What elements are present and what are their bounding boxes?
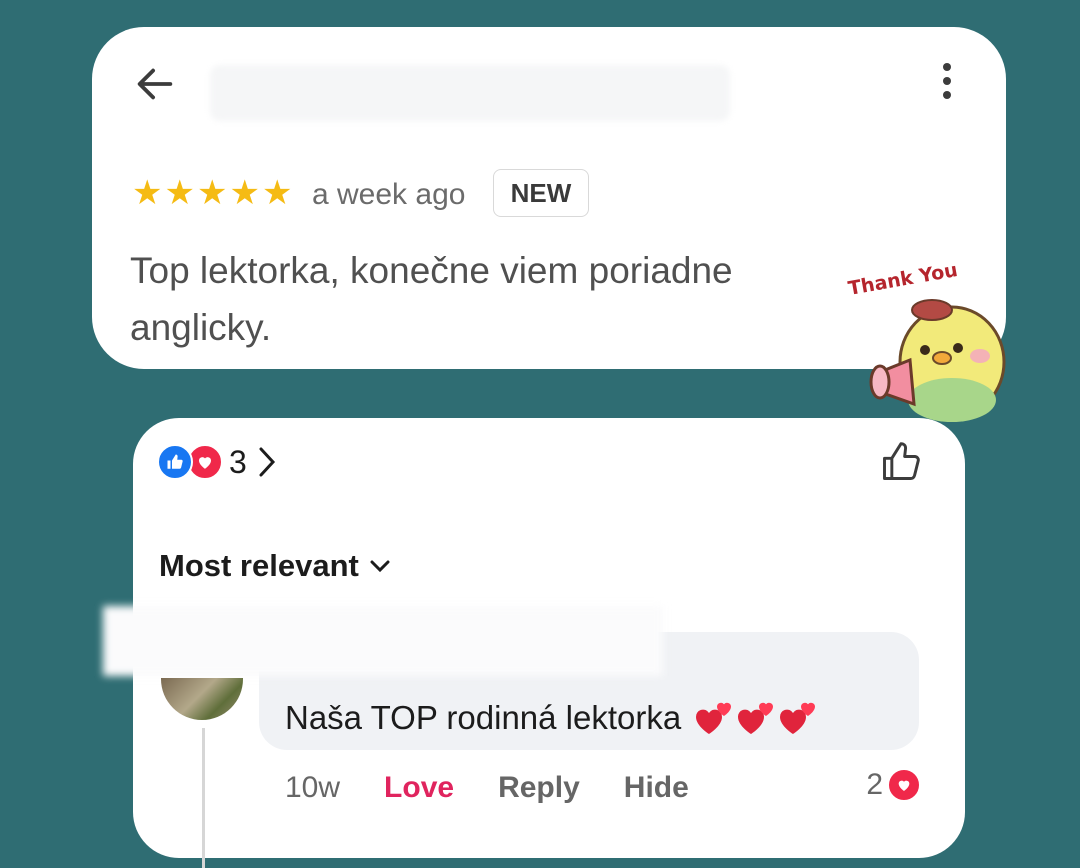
like-reaction-icon: [157, 444, 193, 480]
redacted-reviewer-name: [210, 65, 730, 121]
more-vertical-icon[interactable]: [940, 63, 954, 107]
reactions-summary[interactable]: 3: [157, 442, 279, 482]
sticker-text: Thank You: [847, 259, 960, 300]
chevron-right-icon: [259, 447, 275, 477]
comment-text-content: Naša TOP rodinná lektorka: [285, 699, 682, 736]
reply-button[interactable]: Reply: [498, 771, 580, 805]
star-icon: ★: [132, 174, 163, 212]
thumbs-up-icon[interactable]: [879, 440, 923, 484]
reaction-count: 3: [229, 443, 247, 480]
redacted-commenter-name: [103, 606, 663, 676]
comment-time: 10w: [285, 771, 341, 804]
hearts-emoji-group: [693, 698, 819, 738]
arrow-left-icon[interactable]: [132, 61, 178, 107]
sort-label: Most relevant: [159, 548, 359, 583]
two-hearts-icon: [780, 702, 816, 734]
star-icon: ★: [261, 174, 293, 212]
chevron-down-icon: [370, 560, 390, 573]
star-icon: ★: [164, 174, 195, 212]
love-count: 2: [866, 768, 883, 801]
two-hearts-icon: [696, 702, 732, 734]
avatar[interactable]: [161, 678, 243, 720]
love-reaction-icon: [887, 768, 921, 802]
comments-card: 3 Most relevant Naša TOP rodinná lektork…: [103, 418, 965, 868]
thank-you-sticker: Thank You: [847, 259, 1006, 422]
review-text: Top lektorka, konečne viem poriadne angl…: [130, 250, 733, 348]
sort-dropdown[interactable]: Most relevant: [159, 548, 391, 584]
love-button[interactable]: Love: [384, 771, 454, 805]
new-badge: NEW: [493, 169, 589, 217]
comment-reaction-count[interactable]: 2: [866, 768, 921, 802]
star-icon: ★: [229, 174, 260, 212]
comment-text: Naša TOP rodinná lektorka: [285, 696, 819, 740]
comment-actions: 10w Love Reply Hide: [285, 768, 733, 808]
thread-line: [202, 728, 205, 868]
star-icon: ★: [196, 174, 228, 212]
two-hearts-icon: [738, 702, 774, 734]
rating-stars: ★ ★ ★ ★ ★: [132, 173, 292, 213]
review-time: a week ago: [312, 178, 466, 211]
hide-button[interactable]: Hide: [624, 771, 689, 805]
